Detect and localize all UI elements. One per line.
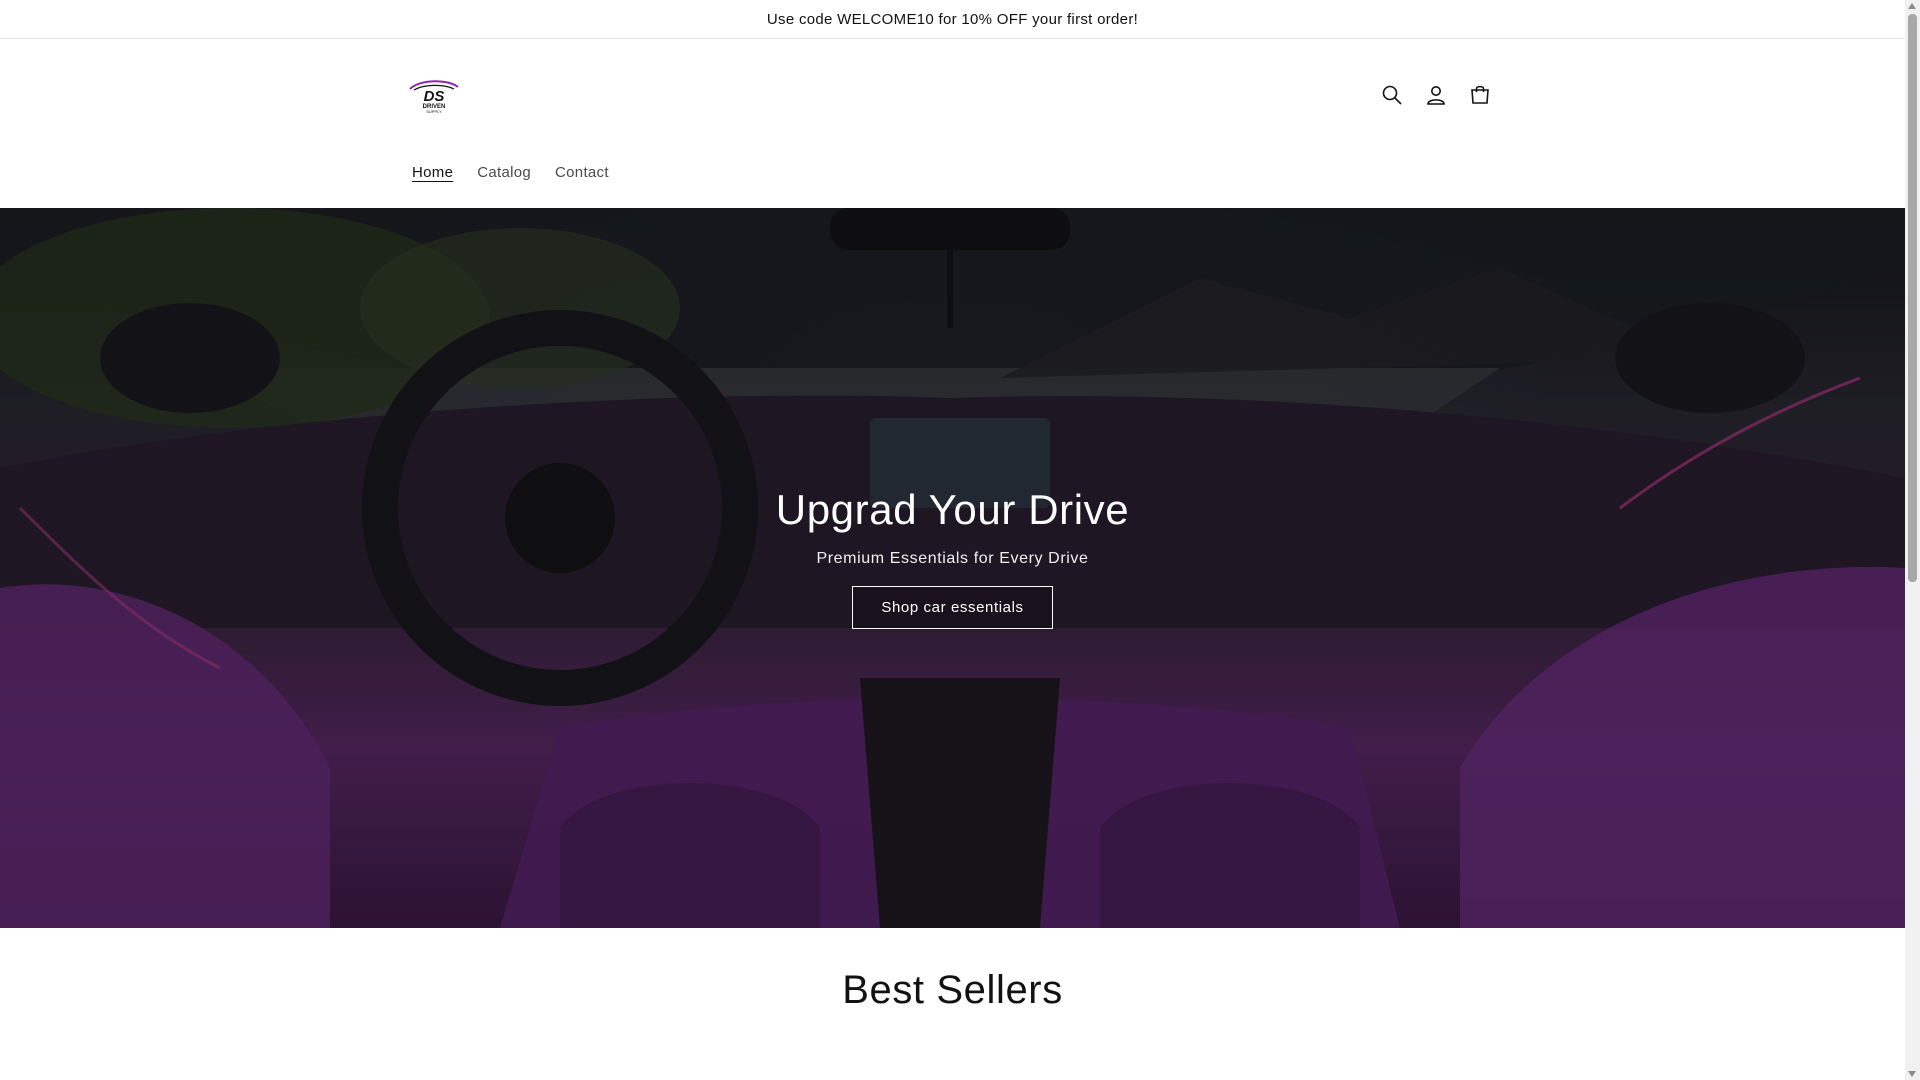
announcement-bar: Use code WELCOME10 for 10% OFF your firs… bbox=[0, 0, 1905, 39]
search-button[interactable] bbox=[1378, 81, 1406, 109]
logo-text-tertiary: SUPPLY bbox=[426, 109, 442, 114]
header-icons bbox=[1378, 81, 1494, 109]
account-icon bbox=[1427, 86, 1445, 105]
shop-essentials-button[interactable]: Shop car essentials bbox=[852, 586, 1053, 629]
nav-item-contact[interactable]: Contact bbox=[543, 156, 621, 189]
logo-mark: DS DRIVEN SUPPLY bbox=[409, 80, 459, 114]
store-logo[interactable]: DS DRIVEN SUPPLY bbox=[404, 75, 464, 115]
logo-text-primary: DS bbox=[424, 88, 445, 105]
scroll-up-arrow-icon[interactable] bbox=[1908, 3, 1916, 9]
scroll-thumb[interactable] bbox=[1908, 14, 1917, 582]
nav-item-catalog[interactable]: Catalog bbox=[465, 156, 543, 189]
page-scrollbar[interactable] bbox=[1905, 0, 1920, 1080]
page: Use code WELCOME10 for 10% OFF your firs… bbox=[0, 0, 1905, 1080]
site-header: DS DRIVEN SUPPLY Home Catalog Contact bbox=[0, 39, 1905, 207]
hero-title: Upgrad Your Drive bbox=[775, 486, 1130, 533]
announcement-text: Use code WELCOME10 for 10% OFF your firs… bbox=[766, 10, 1139, 28]
cart-button[interactable] bbox=[1466, 81, 1494, 109]
main-nav: Home Catalog Contact bbox=[400, 156, 621, 189]
cart-icon bbox=[1471, 85, 1489, 104]
account-button[interactable] bbox=[1422, 81, 1450, 109]
scroll-down-arrow-icon[interactable] bbox=[1908, 1071, 1916, 1077]
hero-content: Upgrad Your Drive Premium Essentials for… bbox=[0, 486, 1905, 629]
nav-item-home[interactable]: Home bbox=[400, 156, 465, 189]
hero-banner: Upgrad Your Drive Premium Essentials for… bbox=[0, 208, 1905, 928]
search-icon bbox=[1382, 85, 1402, 105]
best-sellers-title: Best Sellers bbox=[842, 968, 1063, 1012]
hero-subtitle: Premium Essentials for Every Drive bbox=[816, 550, 1089, 567]
